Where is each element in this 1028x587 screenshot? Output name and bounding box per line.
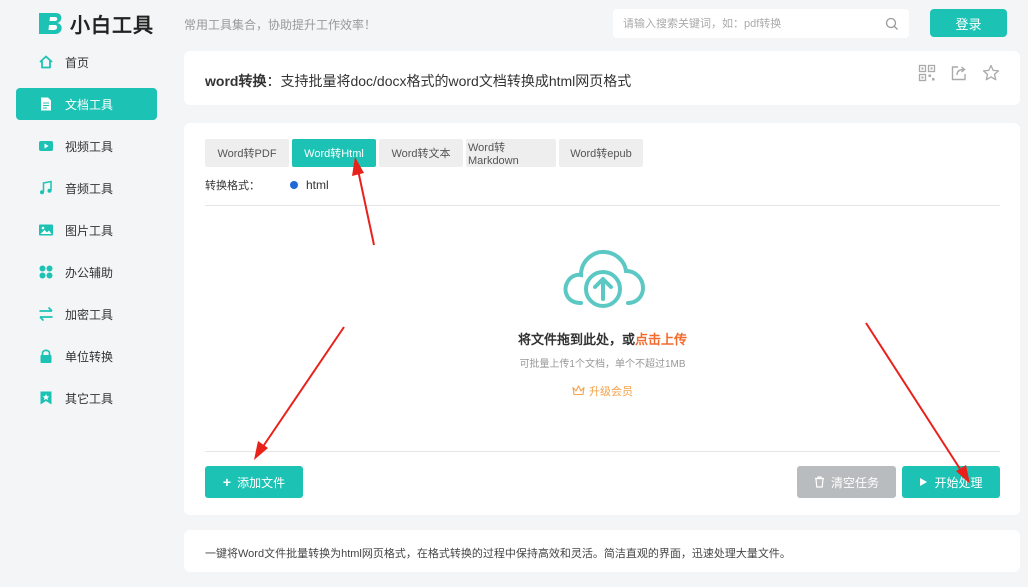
search-input[interactable]	[623, 17, 885, 30]
title-actions	[918, 64, 1000, 82]
add-file-label: 添加文件	[237, 475, 286, 490]
format-label: 转换格式：	[205, 180, 260, 192]
tab-word-to-markdown[interactable]: Word转Markdown	[466, 139, 556, 167]
slogan: 常用工具集合，协助提升工作效率！	[184, 18, 377, 32]
upgrade-vip-link[interactable]: 升级会员	[205, 383, 1000, 399]
format-row: 转换格式： html	[205, 177, 329, 193]
sidebar-item-encryption-tools[interactable]: 加密工具	[16, 298, 157, 330]
sidebar-item-other-tools[interactable]: 其它工具	[16, 382, 157, 414]
dropzone-subtitle: 可批量上传1个文档，单个不超过1MB	[519, 359, 686, 370]
lock-icon	[38, 348, 54, 364]
tool-title-card: word转换：支持批量将doc/docx格式的word文档转换成html网页格式	[184, 51, 1020, 105]
sidebar-item-label: 音频工具	[65, 181, 114, 196]
tab-word-to-html[interactable]: Word转Html	[292, 139, 376, 167]
conversion-tabs: Word转PDF Word转Html Word转文本 Word转Markdown…	[205, 139, 643, 167]
dropzone-title: 将文件拖到此处，或点击上传	[205, 329, 1000, 348]
sidebar-item-label: 视频工具	[65, 139, 114, 154]
tool-name: word转换	[205, 73, 267, 89]
tool-long-description: 一键将Word文件批量转换为html网页格式，在格式转换的过程中保持高效和灵活。…	[205, 548, 791, 560]
divider	[205, 451, 1000, 452]
search-box	[613, 9, 909, 38]
search-icon[interactable]	[885, 17, 899, 31]
tab-word-to-pdf[interactable]: Word转PDF	[205, 139, 289, 167]
qrcode-icon[interactable]	[918, 64, 936, 82]
upload-dropzone[interactable]: 将文件拖到此处，或点击上传 可批量上传1个文档，单个不超过1MB 升级会员	[205, 207, 1000, 450]
sidebar-item-audio-tools[interactable]: 音频工具	[16, 172, 157, 204]
swap-icon	[38, 306, 54, 322]
sidebar-item-unit-conversion[interactable]: 单位转换	[16, 340, 157, 372]
logo[interactable]: 小白工具	[36, 8, 154, 38]
add-file-button[interactable]: + 添加文件	[205, 466, 303, 498]
header: 小白工具 常用工具集合，协助提升工作效率！ 登录	[0, 0, 1028, 46]
share-icon[interactable]	[950, 64, 968, 82]
sidebar-item-label: 文档工具	[65, 97, 114, 112]
sidebar-item-video-tools[interactable]: 视频工具	[16, 130, 157, 162]
star-icon[interactable]	[982, 64, 1000, 82]
cloud-upload-icon	[563, 249, 646, 308]
sidebar-item-label: 图片工具	[65, 223, 114, 238]
divider	[205, 205, 1000, 206]
upload-link[interactable]: 点击上传	[635, 332, 687, 347]
document-icon	[38, 96, 54, 112]
bookmark-icon	[38, 390, 54, 406]
plus-icon: +	[222, 474, 232, 490]
title-separator: ：	[266, 73, 281, 89]
sidebar-item-label: 加密工具	[65, 307, 114, 322]
sidebar-item-label: 办公辅助	[65, 265, 114, 280]
home-icon	[38, 54, 54, 70]
format-radio[interactable]	[290, 181, 298, 189]
sidebar: 首页 文档工具 视频工具 音频工具 图片工具 办公辅助 加密工具 单位转换 其它…	[16, 46, 157, 424]
play-icon	[920, 478, 928, 486]
sidebar-item-image-tools[interactable]: 图片工具	[16, 214, 157, 246]
trash-icon	[814, 476, 824, 488]
apps-icon	[38, 264, 54, 280]
logo-icon	[39, 13, 62, 34]
converter-panel: Word转PDF Word转Html Word转文本 Word转Markdown…	[184, 123, 1020, 515]
tool-description-card: 一键将Word文件批量转换为html网页格式，在格式转换的过程中保持高效和灵活。…	[184, 530, 1020, 572]
sidebar-item-document-tools[interactable]: 文档工具	[16, 88, 157, 120]
video-icon	[38, 138, 54, 154]
tab-word-to-text[interactable]: Word转文本	[379, 139, 463, 167]
tool-description: 支持批量将doc/docx格式的word文档转换成html网页格式	[280, 73, 632, 89]
tab-word-to-epub[interactable]: Word转epub	[559, 139, 643, 167]
clear-tasks-button[interactable]: 清空任务	[797, 466, 896, 498]
sidebar-item-label: 首页	[65, 55, 90, 70]
music-icon	[38, 180, 54, 196]
dropzone-title-text: 将文件拖到此处，或	[517, 332, 635, 347]
clear-tasks-label: 清空任务	[830, 475, 879, 490]
start-processing-button[interactable]: 开始处理	[902, 466, 1000, 498]
start-processing-label: 开始处理	[934, 475, 983, 490]
image-icon	[38, 222, 54, 238]
sidebar-item-office-tools[interactable]: 办公辅助	[16, 256, 157, 288]
logo-text: 小白工具	[70, 14, 154, 37]
sidebar-item-label: 单位转换	[65, 349, 114, 364]
sidebar-item-label: 其它工具	[65, 391, 114, 406]
upgrade-vip-label: 升级会员	[589, 386, 633, 398]
page-title: word转换：支持批量将doc/docx格式的word文档转换成html网页格式	[205, 71, 631, 91]
crown-icon	[572, 385, 585, 396]
login-button[interactable]: 登录	[930, 9, 1007, 37]
format-value: html	[306, 178, 329, 192]
sidebar-item-home[interactable]: 首页	[16, 46, 157, 78]
